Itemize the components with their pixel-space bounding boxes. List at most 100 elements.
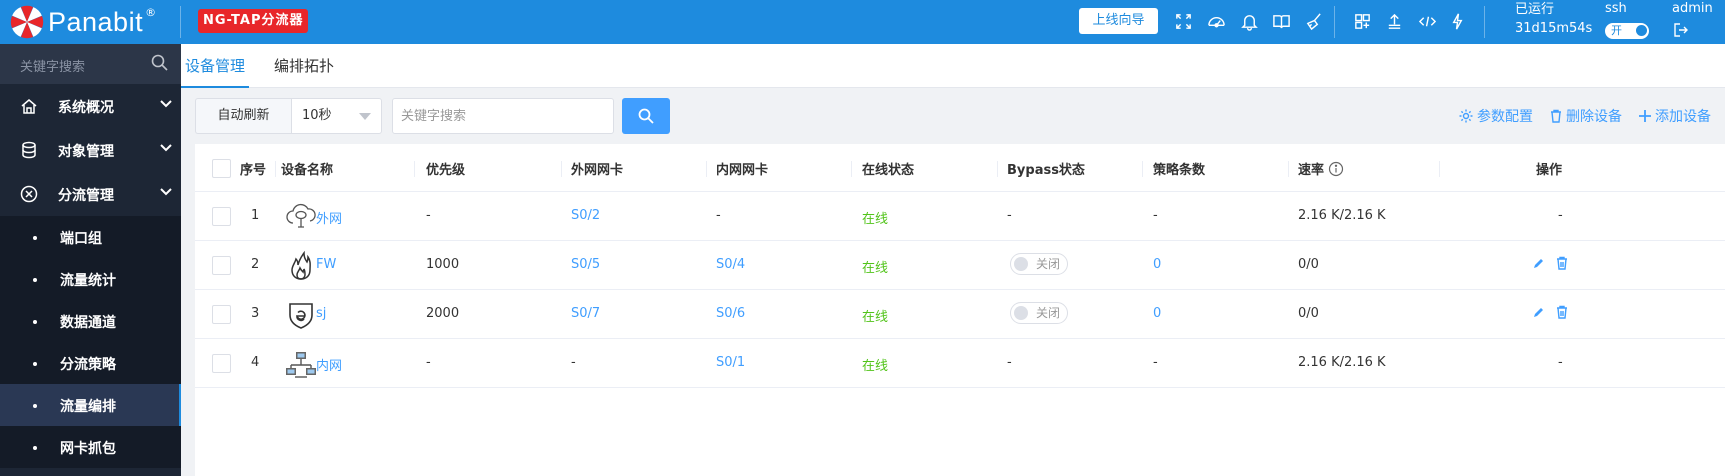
column-divider — [706, 161, 707, 177]
user-name[interactable]: admin — [1672, 1, 1713, 16]
column-divider — [1288, 161, 1289, 177]
cell-wan-nic: - — [571, 355, 576, 370]
tab-device-management[interactable]: 设备管理 — [181, 44, 250, 88]
cell-lan-nic[interactable]: S0/1 — [716, 355, 745, 370]
param-config-button[interactable]: 参数配置 — [1458, 106, 1533, 126]
cell-device-name[interactable]: 外网 — [316, 208, 342, 227]
column-divider — [851, 161, 852, 177]
sidebar-subitem-data-channel[interactable]: 数据通道 — [0, 300, 181, 342]
cell-priority: 2000 — [426, 306, 460, 321]
cell-policy-count: - — [1153, 355, 1158, 370]
sidebar-item-traffic-distribution[interactable]: 分流管理 — [0, 172, 181, 216]
broom-icon[interactable] — [1302, 10, 1324, 32]
cell-device-name[interactable]: sj — [316, 306, 326, 321]
bullet-dot — [33, 278, 37, 282]
tab-orchestration-topology[interactable]: 编排拓扑 — [270, 44, 338, 88]
column-divider — [414, 161, 415, 177]
logout-icon[interactable] — [1673, 22, 1689, 42]
edit-icon[interactable] — [1532, 256, 1546, 270]
cell-lan-nic[interactable]: S0/6 — [716, 306, 745, 321]
add-device-button[interactable]: 添加设备 — [1638, 106, 1711, 126]
column-divider — [561, 161, 562, 177]
param-config-label: 参数配置 — [1477, 109, 1533, 125]
trash-icon[interactable] — [1555, 256, 1569, 270]
sidebar-subitem-distribution-policy[interactable]: 分流策略 — [0, 342, 181, 384]
ssh-label: ssh — [1605, 1, 1627, 16]
cell-device-name[interactable]: 内网 — [316, 355, 342, 374]
search-icon[interactable] — [150, 53, 170, 73]
col-operations: 操作 — [1536, 163, 1563, 178]
sidebar-subitem-port-group[interactable]: 端口组 — [0, 216, 181, 258]
book-icon[interactable] — [1270, 10, 1292, 32]
chevron-down-icon — [160, 144, 172, 152]
cell-policy-count[interactable]: 0 — [1153, 306, 1161, 321]
gear-icon — [1459, 109, 1473, 123]
upload-icon[interactable] — [1383, 10, 1405, 32]
select-all-checkbox[interactable] — [212, 159, 231, 178]
edit-icon[interactable] — [1532, 305, 1546, 319]
cell-bypass-status: - — [1007, 208, 1012, 223]
cell-wan-nic[interactable]: S0/2 — [571, 208, 600, 223]
row-checkbox[interactable] — [212, 256, 231, 275]
chevron-down-icon — [160, 100, 172, 108]
table-header: 序号 设备名称 优先级 外网网卡 内网网卡 在线状态 Bypass状态 策略条数… — [195, 144, 1725, 192]
bullet-dot — [33, 446, 37, 450]
ssh-toggle[interactable]: 开 — [1605, 23, 1649, 39]
uptime-label: 已运行 — [1515, 2, 1555, 17]
cell-device-name[interactable]: FW — [316, 257, 336, 272]
bolt-icon[interactable] — [1446, 10, 1468, 32]
sidebar-item-object-management[interactable]: 对象管理 — [0, 128, 181, 172]
cell-lan-nic[interactable]: S0/4 — [716, 257, 745, 272]
sidebar-item-label: 对象管理 — [58, 144, 114, 160]
cloud-network-icon — [286, 203, 316, 228]
cell-index: 4 — [251, 355, 260, 370]
cell-wan-nic[interactable]: S0/7 — [571, 306, 600, 321]
brand-logo[interactable]: Panabit ® — [10, 4, 156, 40]
row-checkbox[interactable] — [212, 207, 231, 226]
sidebar-subitem-label: 流量编排 — [60, 399, 116, 415]
col-rate-label: 速率 — [1298, 163, 1325, 178]
search-button[interactable] — [622, 98, 670, 134]
table-row[interactable]: 2 FW 1000 S0/5 S0/4 在线 关闭 0 0/0 — [195, 241, 1725, 290]
trash-icon[interactable] — [1555, 305, 1569, 319]
column-divider — [1439, 161, 1440, 177]
refresh-interval-select[interactable]: 10秒 — [291, 98, 382, 134]
bell-icon[interactable] — [1238, 10, 1260, 32]
row-checkbox[interactable] — [212, 305, 231, 324]
top-header: Panabit ® NG-TAP分流器 上线向导 已运行 31d15m54s s… — [0, 0, 1725, 44]
cell-wan-nic[interactable]: S0/5 — [571, 257, 600, 272]
table-row[interactable]: 4 内网 - - S0/1 在线 - - 2.16 K/2.16 K - — [195, 339, 1725, 388]
refresh-interval-value: 10秒 — [302, 108, 332, 123]
sidebar-item-system-overview[interactable]: 系统概况 — [0, 84, 181, 128]
col-wan-nic: 外网网卡 — [571, 163, 624, 178]
column-divider — [997, 161, 998, 177]
sidebar-subitem-traffic-orchestration[interactable]: 流量编排 — [0, 384, 181, 426]
col-index: 序号 — [240, 163, 267, 178]
table-row[interactable]: 3 sj 2000 S0/7 S0/6 在线 关闭 0 0/0 — [195, 290, 1725, 339]
delete-device-button[interactable]: 删除设备 — [1549, 106, 1622, 126]
row-operations — [1532, 305, 1569, 319]
sidebar-search[interactable]: 关键字搜索 — [0, 44, 181, 84]
code-icon[interactable] — [1416, 10, 1438, 32]
fullscreen-icon[interactable] — [1172, 10, 1194, 32]
cell-rate: 0/0 — [1298, 257, 1319, 272]
bypass-switch[interactable]: 关闭 — [1010, 302, 1068, 324]
cell-policy-count[interactable]: 0 — [1153, 257, 1161, 272]
caret-down-icon — [359, 113, 371, 120]
bypass-switch[interactable]: 关闭 — [1010, 253, 1068, 275]
table-row[interactable]: 1 外网 - S0/2 - 在线 - - 2.16 K/2.16 K - — [195, 192, 1725, 241]
registered-mark: ® — [145, 5, 157, 19]
setup-guide-button[interactable]: 上线向导 — [1079, 8, 1158, 34]
row-checkbox[interactable] — [212, 354, 231, 373]
cell-priority: 1000 — [426, 257, 460, 272]
sidebar-subitem-traffic-stats[interactable]: 流量统计 — [0, 258, 181, 300]
dashboard-icon[interactable] — [1205, 10, 1227, 32]
search-input[interactable] — [392, 98, 614, 134]
toggle-knob — [1636, 25, 1647, 36]
cell-online-status: 在线 — [862, 310, 889, 325]
switch-knob — [1014, 257, 1028, 271]
info-icon[interactable] — [1328, 161, 1344, 177]
layout-icon[interactable] — [1351, 10, 1373, 32]
cell-bypass-status: - — [1007, 355, 1012, 370]
sidebar-subitem-nic-capture[interactable]: 网卡抓包 — [0, 426, 181, 468]
